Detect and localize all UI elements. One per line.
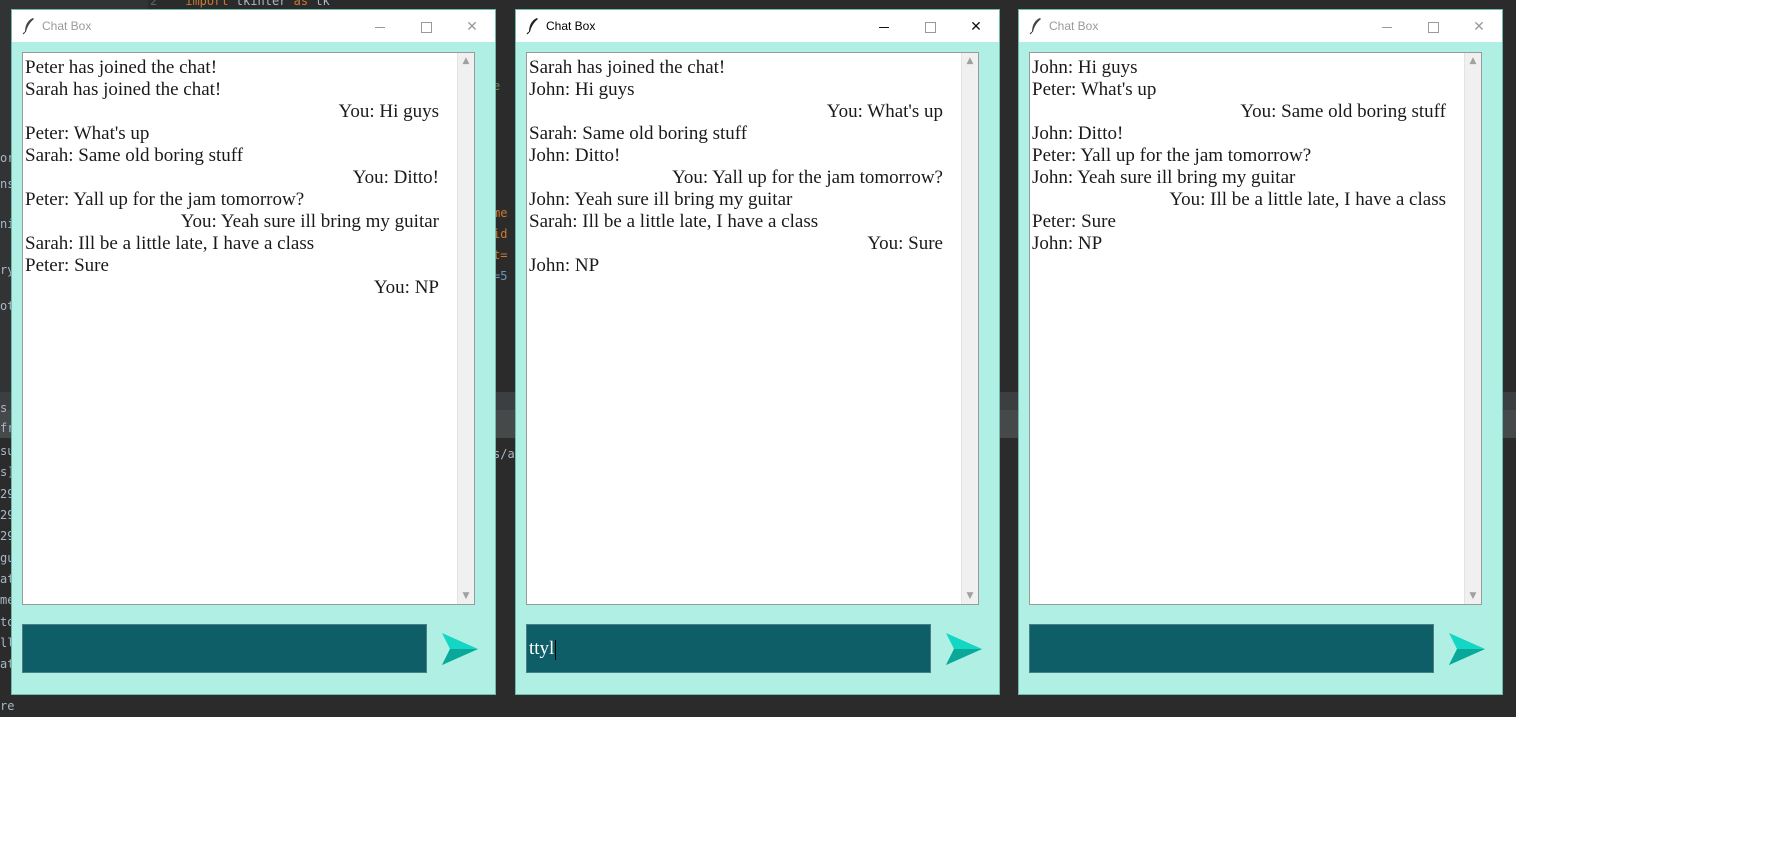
title-bar[interactable]: Chat Box ✕ [1019, 10, 1502, 42]
chat-message: Peter: Yall up for the jam tomorrow? [25, 189, 305, 210]
chat-message: Peter: What's up [1032, 79, 1157, 100]
feather-icon [22, 18, 34, 35]
chat-message: John: Ditto! [529, 145, 621, 166]
message-input[interactable] [22, 624, 427, 673]
chat-message-own: You: What's up [826, 101, 943, 122]
ide-fragment: s [0, 401, 8, 415]
chat-message: Peter: Yall up for the jam tomorrow? [1032, 145, 1312, 166]
feather-icon [526, 18, 538, 35]
close-icon[interactable]: ✕ [1456, 10, 1502, 42]
chat-message: Peter has joined the chat! [25, 57, 218, 78]
chat-message: Sarah: Ill be a little late, I have a cl… [529, 211, 819, 232]
chat-message-own: You: Same old boring stuff [1240, 101, 1446, 122]
message-list: Peter has joined the chat! Sarah has joi… [23, 53, 459, 604]
vertical-scrollbar[interactable]: ▲ ▼ [1464, 53, 1481, 604]
ide-fragment: re [0, 699, 15, 713]
text-caret [555, 639, 557, 660]
chat-log[interactable]: Peter has joined the chat! Sarah has joi… [22, 52, 475, 605]
chat-message-own: You: Hi guys [338, 101, 440, 122]
chat-message-own: You: Yeah sure ill bring my guitar [180, 211, 439, 232]
title-bar[interactable]: Chat Box ✕ [12, 10, 495, 42]
scroll-down-icon[interactable]: ▼ [1468, 591, 1478, 601]
send-icon[interactable] [440, 630, 480, 668]
chat-window-2: Chat Box ✕ Sarah has joined the chat! Jo… [516, 10, 999, 694]
scroll-up-icon[interactable]: ▲ [1468, 56, 1478, 66]
chat-log[interactable]: Sarah has joined the chat! John: Hi guys… [526, 52, 979, 605]
minimize-icon[interactable] [357, 10, 403, 42]
message-list: Sarah has joined the chat! John: Hi guys… [527, 53, 963, 604]
message-input[interactable] [1029, 624, 1434, 673]
chat-window-1: Chat Box ✕ Peter has joined the chat! Sa… [12, 10, 495, 694]
chat-message: John: Yeah sure ill bring my guitar [529, 189, 793, 210]
chat-window-3: Chat Box ✕ John: Hi guys Peter: What's u… [1019, 10, 1502, 694]
input-text: ttyl [529, 638, 555, 659]
window-title: Chat Box [1049, 19, 1099, 33]
window-title: Chat Box [546, 19, 596, 33]
scroll-up-icon[interactable]: ▲ [965, 56, 975, 66]
send-icon[interactable] [1447, 630, 1487, 668]
chat-message: Peter: Sure [25, 255, 109, 276]
chat-message: Sarah has joined the chat! [25, 79, 222, 100]
chat-message-own: You: Ill be a little late, I have a clas… [1169, 189, 1446, 210]
ide-fragment: t= [493, 248, 508, 262]
maximize-icon[interactable] [1410, 10, 1456, 42]
chat-message: John: Ditto! [1032, 123, 1124, 144]
ide-code-line: 2 import tkinter as tk [150, 0, 330, 8]
chat-message-own: You: Sure [867, 233, 943, 254]
scroll-up-icon[interactable]: ▲ [461, 56, 471, 66]
vertical-scrollbar[interactable]: ▲ ▼ [457, 53, 474, 604]
chat-message: Sarah: Same old boring stuff [25, 145, 244, 166]
chat-message-own: You: Yall up for the jam tomorrow? [672, 167, 943, 188]
minimize-icon[interactable] [861, 10, 907, 42]
ide-fragment: s/a [493, 447, 515, 461]
chat-message: Sarah: Ill be a little late, I have a cl… [25, 233, 315, 254]
chat-message: John: Yeah sure ill bring my guitar [1032, 167, 1296, 188]
maximize-icon[interactable] [907, 10, 953, 42]
chat-message: Peter: What's up [25, 123, 150, 144]
feather-icon [1029, 18, 1041, 35]
ide-fragment: me [493, 206, 508, 220]
chat-message: John: NP [1032, 233, 1103, 254]
chat-message: Sarah has joined the chat! [529, 57, 726, 78]
chat-message: John: Hi guys [1032, 57, 1138, 78]
maximize-icon[interactable] [403, 10, 449, 42]
chat-message: Sarah: Same old boring stuff [529, 123, 748, 144]
scroll-down-icon[interactable]: ▼ [965, 591, 975, 601]
ide-fragment: id [493, 227, 508, 241]
chat-message-own: You: NP [373, 277, 439, 298]
chat-log[interactable]: John: Hi guys Peter: What's up You: Same… [1029, 52, 1482, 605]
window-title: Chat Box [42, 19, 92, 33]
chat-message: John: NP [529, 255, 600, 276]
message-input[interactable]: ttyl [526, 624, 931, 673]
scroll-down-icon[interactable]: ▼ [461, 591, 471, 601]
close-icon[interactable]: ✕ [449, 10, 495, 42]
title-bar[interactable]: Chat Box ✕ [516, 10, 999, 42]
message-list: John: Hi guys Peter: What's up You: Same… [1030, 53, 1466, 604]
vertical-scrollbar[interactable]: ▲ ▼ [961, 53, 978, 604]
minimize-icon[interactable] [1364, 10, 1410, 42]
send-icon[interactable] [944, 630, 984, 668]
close-icon[interactable]: ✕ [953, 10, 999, 42]
chat-message: Peter: Sure [1032, 211, 1116, 232]
chat-message-own: You: Ditto! [352, 167, 439, 188]
ide-fragment: =5 [493, 269, 508, 283]
chat-message: John: Hi guys [529, 79, 635, 100]
